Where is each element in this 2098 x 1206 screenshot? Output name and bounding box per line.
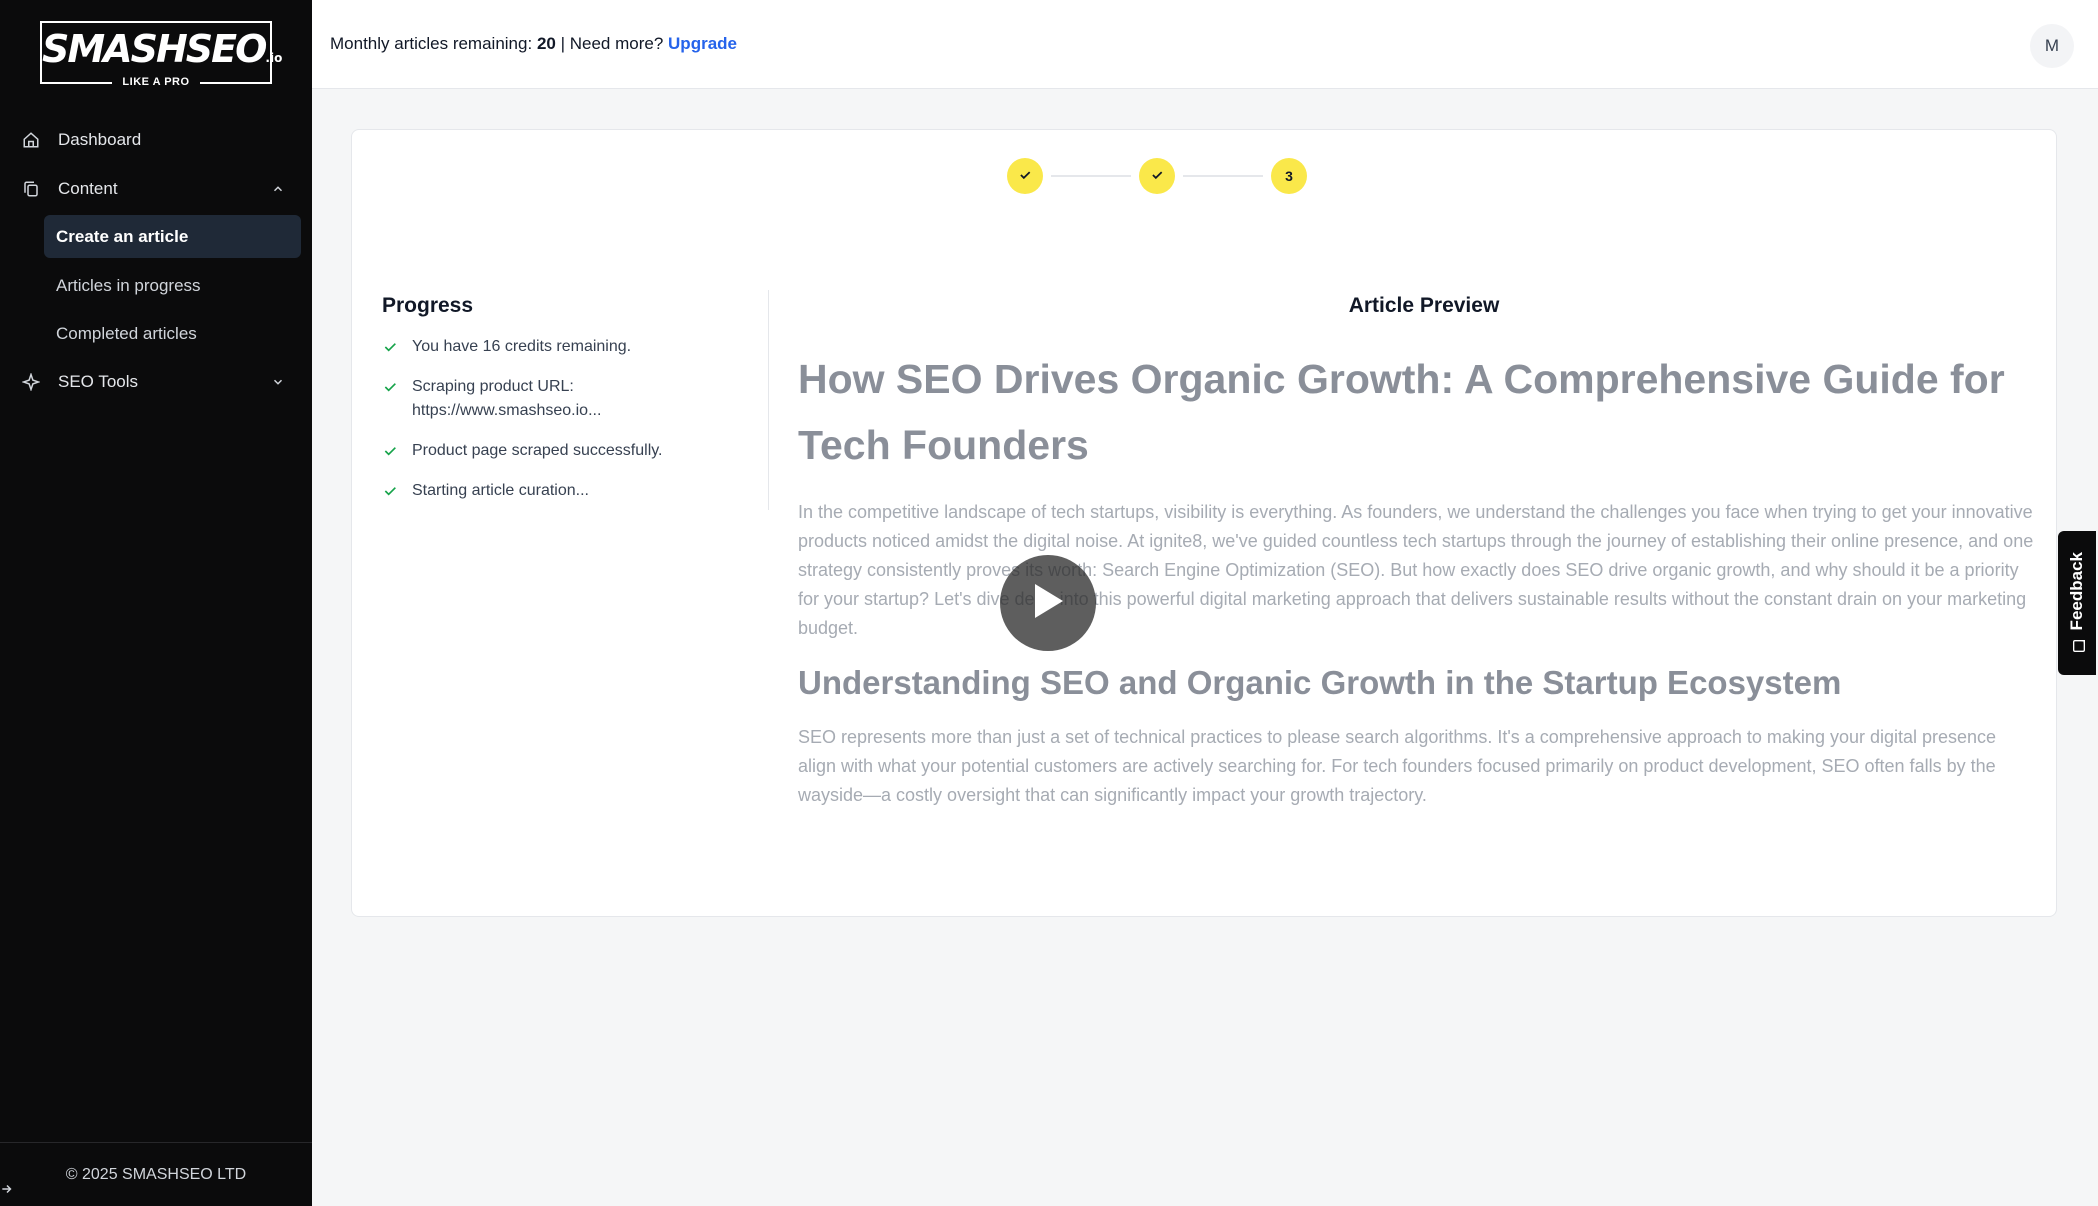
avatar-initial: M	[2044, 36, 2060, 55]
sidebar-item-content[interactable]: Content	[20, 169, 298, 209]
feedback-icon	[2069, 638, 2085, 654]
article-paragraph: In the competitive landscape of tech sta…	[798, 502, 2034, 638]
credits-banner: Monthly articles remaining: 20 | Need mo…	[330, 34, 737, 54]
sidebar-subitem-label: Articles in progress	[56, 275, 201, 295]
sidebar: SMASHSEO.io LIKE A PRO Dashboard Content…	[0, 0, 312, 1206]
credits-count: 20	[536, 34, 556, 53]
article-paragraph: SEO represents more than just a set of t…	[798, 727, 1997, 805]
article-heading: How SEO Drives Organic Growth: A Compreh…	[798, 356, 2005, 468]
progress-item: Starting article curation...	[382, 479, 762, 503]
stepper: 3	[1007, 158, 1327, 194]
main-area: 3 Progress You have 16 credits remaining…	[312, 89, 2098, 1206]
logo-tagline: LIKE A PRO	[112, 76, 200, 88]
sidebar-item-seo-tools[interactable]: SEO Tools	[20, 362, 298, 402]
copy-icon	[20, 178, 42, 200]
sidebar-item-label: Dashboard	[58, 130, 142, 149]
column-divider	[768, 290, 769, 510]
sidebar-subitem-label: Completed articles	[56, 323, 197, 343]
step-number: 3	[1285, 168, 1293, 184]
sidebar-item-dashboard[interactable]: Dashboard	[20, 120, 298, 160]
progress-item-text: Scraping product URL: https://www.smashs…	[412, 375, 601, 423]
progress-item: Scraping product URL: https://www.smashs…	[382, 375, 762, 423]
play-button[interactable]	[1000, 555, 1096, 651]
step-connector	[1051, 175, 1131, 177]
step-3: 3	[1271, 158, 1307, 194]
progress-item-text: Product page scraped successfully.	[412, 439, 663, 463]
feedback-label: Feedback	[2067, 551, 2086, 631]
progress-item-line: Scraping product URL:	[412, 378, 574, 395]
step-2	[1139, 158, 1175, 194]
sidebar-subitem-label: Create an article	[56, 226, 189, 246]
check-icon	[1018, 168, 1032, 185]
progress-title: Progress	[382, 294, 474, 317]
progress-item-line: You have 16 credits remaining.	[412, 338, 632, 355]
upgrade-link[interactable]: Upgrade	[668, 34, 737, 53]
check-icon	[382, 375, 402, 399]
step-1	[1007, 158, 1043, 194]
sidebar-item-label: SEO Tools	[58, 372, 139, 391]
progress-item: You have 16 credits remaining.	[382, 335, 762, 359]
sparkle-icon	[20, 371, 42, 393]
credits-prefix: Monthly articles remaining:	[330, 34, 533, 53]
check-icon	[382, 439, 402, 463]
home-icon	[20, 129, 42, 151]
play-icon	[1031, 582, 1065, 625]
check-icon	[382, 479, 402, 503]
logo[interactable]: SMASHSEO.io LIKE A PRO	[40, 21, 282, 88]
step-connector	[1183, 175, 1263, 177]
sidebar-subitem-completed-articles[interactable]: Completed articles	[44, 312, 301, 355]
chevron-up-icon[interactable]	[268, 179, 288, 199]
chevron-down-icon[interactable]	[268, 372, 288, 392]
topbar: Monthly articles remaining: 20 | Need mo…	[312, 0, 2098, 89]
logo-suffix: .io	[265, 51, 283, 65]
progress-item-text: Starting article curation...	[412, 479, 589, 503]
copyright-text: © 2025 SMASHSEO LTD	[65, 1165, 247, 1183]
progress-item-line: Starting article curation...	[412, 482, 589, 499]
logo-name: SMASHSEO	[42, 27, 267, 71]
avatar[interactable]: M	[2030, 24, 2074, 68]
sidebar-footer: © 2025 SMASHSEO LTD	[0, 1142, 312, 1206]
credits-suffix: | Need more?	[560, 34, 664, 53]
collapse-sidebar-icon[interactable]	[0, 1182, 14, 1196]
progress-item-text: You have 16 credits remaining.	[412, 335, 631, 359]
article-subheading: Understanding SEO and Organic Growth in …	[798, 664, 1842, 701]
sidebar-subitem-articles-in-progress[interactable]: Articles in progress	[44, 264, 301, 307]
sidebar-subitem-create-article[interactable]: Create an article	[44, 215, 301, 258]
feedback-tab[interactable]: Feedback	[2058, 531, 2096, 675]
check-icon	[382, 335, 402, 359]
article-preview-title: Article Preview	[1348, 294, 1500, 317]
logo-tagline-wrap: LIKE A PRO	[42, 72, 270, 90]
progress-item-line: Product page scraped successfully.	[412, 442, 663, 459]
app-root: SMASHSEO.io LIKE A PRO Dashboard Content…	[0, 0, 2098, 1206]
progress-item: Product page scraped successfully.	[382, 439, 762, 463]
check-icon	[1150, 168, 1164, 185]
progress-list: You have 16 credits remaining. Scraping …	[382, 335, 762, 519]
article-card: 3 Progress You have 16 credits remaining…	[351, 129, 2057, 917]
sidebar-item-label: Content	[58, 179, 118, 198]
article-preview: How SEO Drives Organic Growth: A Compreh…	[798, 346, 2034, 830]
logo-wordmark: SMASHSEO.io	[42, 27, 282, 71]
progress-item-url: https://www.smashseo.io...	[412, 402, 602, 419]
